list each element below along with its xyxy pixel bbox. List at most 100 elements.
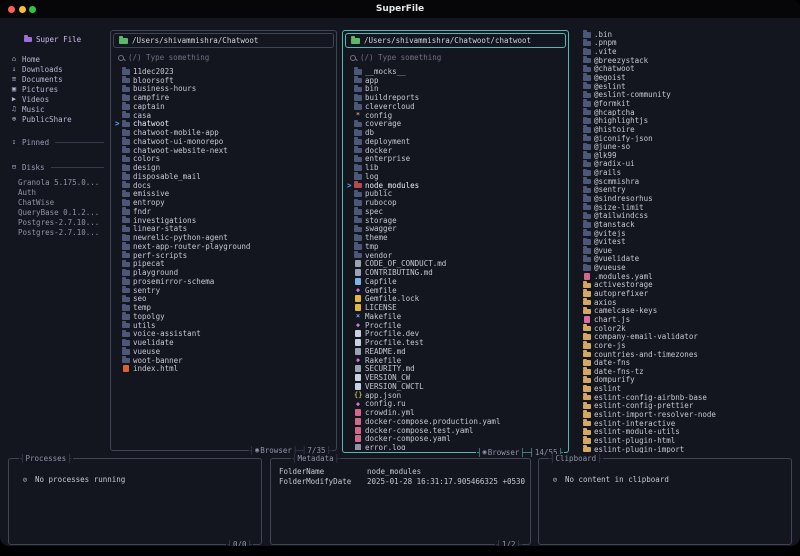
file-row[interactable]: @eslint-community	[576, 90, 798, 99]
file-row[interactable]: eslint-plugin-import	[576, 445, 798, 453]
file-row[interactable]: design	[115, 163, 334, 172]
file-row[interactable]: VERSION_CW	[347, 373, 566, 382]
file-row[interactable]: @vuelidate	[576, 255, 798, 263]
file-row[interactable]: docker-compose.yaml	[347, 435, 566, 443]
file-row[interactable]: eslint-config-prettier	[576, 402, 798, 410]
file-row[interactable]: bin	[347, 85, 566, 93]
file-row[interactable]: @tanstack	[576, 220, 798, 229]
file-row[interactable]: utils	[115, 321, 334, 330]
file-row[interactable]: dompurify	[576, 376, 798, 384]
file-row[interactable]: README.md	[347, 347, 566, 356]
file-row[interactable]: @histoire	[576, 125, 798, 134]
file-row[interactable]: {} app.json	[347, 391, 566, 400]
file-row[interactable]: .vite	[576, 47, 798, 56]
file-row[interactable]: axios	[576, 298, 798, 307]
file-row[interactable]: theme	[347, 233, 566, 242]
file-row[interactable]: ◆ Rakefile	[347, 356, 566, 365]
file-row[interactable]: @eslint	[576, 82, 798, 90]
file-row[interactable]: chatwoot-website-next	[115, 146, 334, 155]
file-row[interactable]: @tailwindcss	[576, 211, 798, 220]
file-row[interactable]: colors	[115, 155, 334, 163]
file-row[interactable]: docker-compose.production.yaml	[347, 417, 566, 426]
file-row[interactable]: @formkit	[576, 99, 798, 108]
file-row[interactable]: public	[347, 190, 566, 198]
file-row[interactable]: autoprefixer	[576, 289, 798, 298]
file-row[interactable]: @egoist	[576, 73, 798, 82]
file-row[interactable]: Capfile	[347, 277, 566, 286]
file-row[interactable]: eslint-module-utils	[576, 427, 798, 436]
file-row[interactable]: fndr	[115, 207, 334, 216]
file-row[interactable]: @iconify-json	[576, 134, 798, 142]
file-row[interactable]: @sentry	[576, 186, 798, 194]
file-row[interactable]: docs	[115, 181, 334, 190]
disk-item[interactable]: Postgres-2.7.10...	[8, 228, 106, 238]
file-row[interactable]: voice-assistant	[115, 330, 334, 338]
file-row[interactable]: newrelic-python-agent	[115, 233, 334, 242]
file-row[interactable]: chatwoot-mobile-app	[115, 128, 334, 137]
file-row[interactable]: __mocks__	[347, 67, 566, 76]
file-row[interactable]: eslint-config-airbnb-base	[576, 393, 798, 402]
file-row[interactable]: Procfile.test	[347, 338, 566, 347]
file-row[interactable]: crowdin.yml	[347, 408, 566, 417]
file-row[interactable]: sentry	[115, 286, 334, 295]
file-row[interactable]: Procfile.dev	[347, 330, 566, 338]
file-row[interactable]: CODE_OF_CONDUCT.md	[347, 260, 566, 268]
file-row[interactable]: entropy	[115, 198, 334, 207]
file-row[interactable]: coverage	[347, 120, 566, 128]
file-row[interactable]: @june-so	[576, 142, 798, 151]
file-row[interactable]: @radix-ui	[576, 160, 798, 168]
file-row[interactable]: next-app-router-playground	[115, 242, 334, 251]
file-row[interactable]: enterprise	[347, 155, 566, 163]
file-row[interactable]: @rails	[576, 168, 798, 177]
file-row[interactable]: perf-scripts	[115, 251, 334, 260]
file-row[interactable]: LICENSE	[347, 303, 566, 312]
file-row[interactable]: casa	[115, 111, 334, 120]
file-row[interactable]: disposable_mail	[115, 172, 334, 181]
file-row[interactable]: temp	[115, 303, 334, 312]
file-row[interactable]: db	[347, 128, 566, 137]
sidebar-item-videos[interactable]: ▶ Videos	[8, 94, 106, 104]
file-row[interactable]: log	[347, 172, 566, 181]
file-row[interactable]: business-hours	[115, 85, 334, 93]
file-row[interactable]: core-js	[576, 341, 798, 350]
sidebar-item-publicshare[interactable]: ⊕ PublicShare	[8, 114, 106, 124]
sidebar-item-pictures[interactable]: ▣ Pictures	[8, 84, 106, 94]
file-row[interactable]: docker-compose.test.yaml	[347, 426, 566, 435]
file-row[interactable]: rubocop	[347, 198, 566, 207]
file-row[interactable]: clevercloud	[347, 102, 566, 111]
file-row[interactable]: @vitest	[576, 237, 798, 246]
disk-item[interactable]: Auth	[8, 188, 106, 198]
file-row[interactable]: vuelidate	[115, 338, 334, 347]
file-row[interactable]: company-email-validator	[576, 332, 798, 341]
search-input[interactable]: (/) Type something	[118, 53, 336, 62]
sidebar-item-documents[interactable]: ≡ Documents	[8, 74, 106, 84]
file-row[interactable]: @breezystack	[576, 56, 798, 65]
file-row[interactable]: countries-and-timezones	[576, 350, 798, 358]
file-row[interactable]: eslint-plugin-html	[576, 436, 798, 445]
file-row[interactable]: @vueuse	[576, 263, 798, 272]
file-row[interactable]: @sindresorhus	[576, 194, 798, 203]
file-row[interactable]: .bin	[576, 30, 798, 39]
file-row[interactable]: @size-limit	[576, 203, 798, 211]
file-row[interactable]: emissive	[115, 190, 334, 198]
file-row[interactable]: @highlightjs	[576, 116, 798, 125]
file-row[interactable]: captain	[115, 102, 334, 111]
file-row[interactable]: seo	[115, 295, 334, 303]
file-row[interactable]: SECURITY.md	[347, 365, 566, 373]
file-row[interactable]: @lk99	[576, 151, 798, 160]
file-row[interactable]: docker	[347, 146, 566, 155]
file-row[interactable]: investigations	[115, 216, 334, 225]
file-row[interactable]: date-fns-tz	[576, 367, 798, 376]
file-row[interactable]: app	[347, 76, 566, 85]
disk-item[interactable]: QueryBase 0.1.2...	[8, 208, 106, 218]
file-row[interactable]: storage	[347, 216, 566, 225]
sidebar-item-home[interactable]: ⌂ Home	[8, 54, 106, 64]
file-row[interactable]: color2k	[576, 324, 798, 332]
search-input[interactable]: (/) Type something	[350, 53, 568, 62]
file-row[interactable]: pipecat	[115, 260, 334, 268]
file-row[interactable]: > chatwoot	[115, 120, 334, 129]
file-row[interactable]: swagger	[347, 225, 566, 233]
file-row[interactable]: VERSION_CWCTL	[347, 382, 566, 391]
file-row[interactable]: bloorsoft	[115, 76, 334, 85]
file-row[interactable]: prosemirror-schema	[115, 277, 334, 286]
